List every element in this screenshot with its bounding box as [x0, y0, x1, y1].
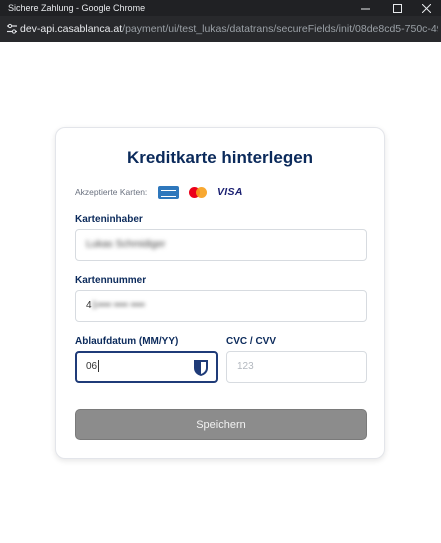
minimize-icon[interactable]	[350, 0, 380, 16]
accepted-cards-label: Akzeptierte Karten:	[75, 187, 148, 197]
accepted-cards-logos: VISA	[158, 185, 243, 199]
window-title: Sichere Zahlung - Google Chrome	[8, 3, 146, 13]
cardnumber-label: Kartennummer	[75, 275, 147, 286]
address-bar[interactable]: dev-api.casablanca.at/payment/ui/test_lu…	[0, 16, 441, 42]
shield-icon[interactable]	[193, 359, 209, 377]
close-icon[interactable]	[411, 0, 441, 16]
cardnumber-value: 1•••• •••• ••••	[91, 300, 145, 311]
cardholder-input[interactable]: Lukas Schmidiger	[75, 229, 367, 261]
amex-logo	[158, 185, 179, 199]
cardholder-label: Karteninhaber	[75, 214, 143, 225]
page-title: Kreditkarte hinterlegen	[126, 148, 314, 167]
cardnumber-input[interactable]: 41•••• •••• ••••	[75, 290, 367, 322]
cvc-placeholder: 123	[237, 361, 254, 372]
visa-logo: VISA	[217, 186, 243, 198]
expiry-label: Ablaufdatum (MM/YY)	[75, 336, 179, 347]
cardholder-value: Lukas Schmidiger	[86, 239, 166, 250]
url-domain: dev-api.casablanca.at	[20, 23, 123, 35]
expiry-input[interactable]: 06	[75, 351, 218, 383]
cvc-label: CVC / CVV	[226, 336, 277, 347]
save-button[interactable]: Speichern	[75, 409, 367, 440]
url-text[interactable]: dev-api.casablanca.at/payment/ui/test_lu…	[20, 23, 438, 35]
browser-title-bar: Sichere Zahlung - Google Chrome	[0, 0, 441, 16]
url-path: /payment/ui/test_lukas/datatrans/secureF…	[122, 23, 438, 35]
site-info-icon[interactable]	[6, 23, 18, 35]
cvc-input[interactable]: 123	[226, 351, 367, 383]
payment-card: Kreditkarte hinterlegen Akzeptierte Kart…	[55, 127, 385, 459]
text-caret	[98, 360, 100, 373]
maximize-icon[interactable]	[382, 0, 412, 16]
mastercard-logo	[188, 186, 208, 199]
expiry-value: 06	[86, 361, 98, 372]
